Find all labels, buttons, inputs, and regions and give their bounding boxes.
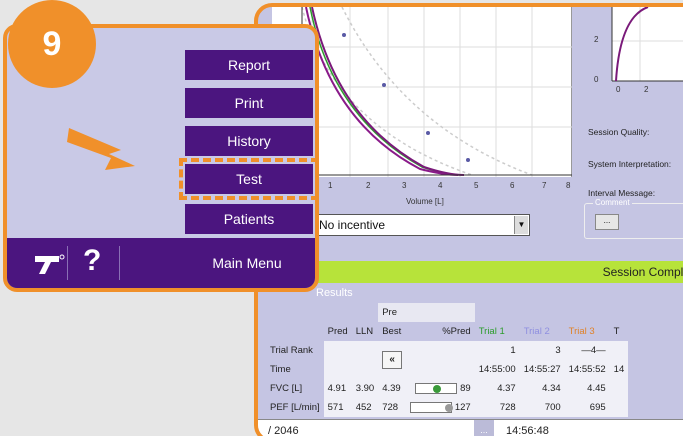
plot-point [382,83,386,87]
table-cell: 14:55:00 [474,360,520,379]
table-cell: 14 [609,360,629,379]
table-cell: 4.39 [378,379,407,398]
x-axis-label: Volume [L] [406,197,444,206]
patients-button[interactable]: Patients [185,204,313,234]
predicted-curve-upper [341,7,533,176]
table-cell: 4.91 [323,379,352,398]
pef-pred-gauge [410,401,454,413]
history-button[interactable]: History [185,126,313,156]
x-tick: 8 [566,181,571,190]
pre-header: Pre [378,303,475,322]
status-more-button[interactable]: ... [474,420,494,436]
table-cell: 728 [378,398,407,417]
device-logo-icon[interactable] [33,252,65,276]
x-tick: 3 [402,181,407,190]
x-tick: 7 [542,181,547,190]
system-interpretation-label: System Interpretation: [588,159,672,169]
table-cell: 4.37 [474,379,520,398]
comment-title: Comment [593,198,632,207]
tutorial-stage: 1 2 3 4 5 6 7 8 Volume [L] 2 0 0 2 Sessi… [0,0,683,436]
trial2-curve [305,7,459,176]
small-x-tick: 2 [644,85,649,94]
test-button-highlight [179,158,315,200]
comment-button[interactable]: ... [595,214,619,230]
table-row: Trial Rank « 1 3 —4— [266,341,629,379]
rewind-button[interactable]: « [382,351,403,369]
row-label: Time [270,364,291,375]
col-header: Best [382,326,402,337]
col-header-trial1: Trial 1 [478,326,505,337]
incentive-select[interactable]: No incentive ▼ [314,214,530,236]
table-row: Time 14:55:00 14:55:27 14:55:52 14 [266,360,629,379]
chevron-down-icon[interactable]: ▼ [514,216,528,234]
table-row: FVC [L] 4.91 3.90 4.39 89 4.37 4.34 4.45 [266,379,629,398]
volume-time-plot: 2 0 0 2 [588,7,683,97]
x-tick: 5 [474,181,479,190]
table-cell: 695 [564,398,610,417]
fvc-pred-gauge [415,382,458,394]
divider [119,246,120,280]
table-cell: 14:55:52 [564,360,610,379]
comment-group: Comment ... [584,198,683,239]
predicted-curve-lower [301,7,473,176]
col-header-trial2: Trial 2 [523,326,550,337]
print-button[interactable]: Print [185,88,313,118]
help-icon[interactable]: ? [83,244,101,278]
results-table: Pre Pred LLN Best %Pred Trial 1 Trial 2 … [266,303,629,417]
table-cell: 571 [323,398,352,417]
table-cell: 452 [351,398,379,417]
table-cell: 127 [454,402,471,413]
plot-point [426,131,430,135]
table-cell: 4.45 [564,379,610,398]
table-cell: 700 [519,398,565,417]
col-header: Pred [327,326,348,337]
row-label: PEF [L/min] [270,402,320,413]
x-tick: 6 [510,181,515,190]
divider [67,246,68,280]
status-bar: / 2046 ... 14:56:48 [258,419,683,436]
table-cell: 3 [519,341,565,360]
x-tick: 2 [366,181,371,190]
col-header: LLN [355,326,374,337]
table-cell: 728 [474,398,520,417]
bottom-menu-bar: ? Main Menu [7,238,315,288]
plot-point [466,158,470,162]
trial1-curve [309,7,463,176]
step-number-badge: 9 [8,0,96,88]
row-label: FVC [L] [270,383,303,394]
session-quality-label: Session Quality: [588,127,650,137]
small-y-tick: 0 [594,75,599,84]
main-menu-button[interactable]: Main Menu [179,238,315,288]
table-row: PEF [L/min] 571 452 728 127 728 700 695 [266,398,629,417]
table-cell: 1 [474,341,520,360]
report-button[interactable]: Report [185,50,313,80]
table-cell: 14:55:27 [519,360,565,379]
plot-point [342,33,346,37]
table-cell: 89 [460,383,471,394]
table-cell: 4.34 [519,379,565,398]
table-cell: —4— [564,341,610,360]
small-x-tick: 0 [616,85,621,94]
x-tick: 4 [438,181,443,190]
col-header-trial3: Trial 3 [568,326,595,337]
incentive-select-value: No incentive [319,218,386,232]
interval-message-label: Interval Message: [588,188,656,198]
status-clock: 14:56:48 [506,425,549,436]
status-record-count: / 2046 [268,425,299,436]
small-y-tick: 2 [594,35,599,44]
table-cell: 3.90 [351,379,379,398]
session-status-bar: Session Comple [258,261,683,283]
col-header: T [613,326,620,337]
arrow-right-icon [67,128,135,170]
col-header: %Pred [442,326,471,337]
row-label: Trial Rank [270,345,313,356]
x-tick: 1 [328,181,333,190]
results-title: Results [316,287,353,299]
